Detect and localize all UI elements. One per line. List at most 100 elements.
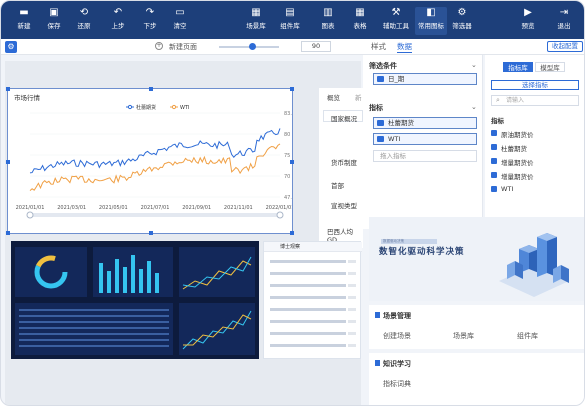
scene-lib-button[interactable]: ▦ 场景库 (241, 7, 271, 35)
metric-item[interactable]: 增量期货价 (491, 157, 534, 167)
exit-icon: ⇥ (559, 7, 569, 18)
resize-handle[interactable] (149, 231, 153, 235)
y-tick-label: 83.92 (284, 111, 292, 117)
zoom-scrollbar (30, 213, 280, 217)
preview-button[interactable]: ▶ 预览 (513, 7, 543, 35)
restore-button[interactable]: ⟲ 还原 (69, 7, 99, 35)
metric-group-label: 指标 (491, 117, 504, 125)
promo-banner[interactable]: 数据驱动决策 数智化驱动科学决策 (369, 217, 584, 301)
chevron-down-icon[interactable]: ⌄ (471, 103, 477, 111)
metric-item[interactable]: 原油期货价 (491, 129, 534, 139)
filter-button[interactable]: ⚙ 筛选器 (447, 7, 477, 35)
resize-handle[interactable] (6, 231, 10, 235)
market-chart-card[interactable]: 市场行情 杜蕾期货 WTI 2021/01/01 2021/03/01 2021/05… (6, 87, 294, 235)
tab-data[interactable]: 数据 (397, 41, 412, 53)
dashboard-thumbnail[interactable] (11, 241, 259, 359)
add-metric-drop-zone[interactable]: 拖入指标 (373, 150, 477, 162)
list-item (270, 284, 346, 287)
component-lib-icon: ▤ (285, 7, 295, 18)
list-item (270, 272, 346, 275)
metric-field[interactable]: 杜蕾期货 (373, 117, 477, 129)
y-tick-label: 80 (284, 132, 290, 138)
clear-button[interactable]: ▭ 清空 (165, 7, 195, 35)
component-lib-button[interactable]: ▤ 组件库 (275, 7, 305, 35)
tab-new[interactable]: 新 (355, 92, 362, 102)
main-toolbar: ▬ 新建 ▣ 保存 ⟲ 还原 ↶ 上步 ↷ 下步 ▭ 清空 ▦ 场景库 ▤ 组件库 ▥ 图表 ▦ 表… (1, 1, 584, 39)
page-name[interactable]: 新建页面 (169, 42, 197, 52)
tab-model-lib[interactable]: 模型库 (535, 62, 565, 72)
metric-library-panel: 指标库 模型库 选择指标 ⌕ 请输入 指标 原油期货价 杜蕾期货 增量期货价 增量… (485, 55, 584, 229)
resize-handle[interactable] (6, 87, 10, 91)
save-button[interactable]: ▣ 保存 (39, 7, 69, 35)
list-item[interactable]: 宣视类型 (331, 200, 357, 210)
settings-gear-icon[interactable]: ⚙ (5, 41, 17, 53)
redo-button[interactable]: ↷ 下步 (135, 7, 165, 35)
list-item-date (348, 344, 356, 347)
tab-metric-lib[interactable]: 指标库 (503, 62, 533, 72)
scrollbar-handle-left (26, 211, 34, 219)
metric-item[interactable]: 杜蕾期货 (491, 143, 527, 153)
metric-item-icon (491, 144, 497, 150)
metric-item-icon (491, 130, 497, 136)
metric-item-icon (491, 172, 497, 178)
field-icon (377, 136, 384, 142)
common-icons-button[interactable]: ◧ 常用图标 (415, 7, 447, 35)
chevron-down-icon[interactable]: ⌄ (471, 61, 477, 69)
resize-handle[interactable] (290, 231, 294, 235)
collapse-config-button[interactable]: 收起配置 (547, 41, 583, 52)
x-tick-label: 2021/11/01 (224, 205, 253, 211)
list-item-date (348, 296, 356, 299)
x-tick-label: 2021/05/01 (99, 205, 128, 211)
tab-style[interactable]: 样式 (371, 41, 386, 52)
metric-search-input[interactable]: ⌕ 请输入 (491, 95, 579, 106)
page-bar: ⚙ + 新建页面 90 样式 数据 收起配置 (1, 39, 584, 55)
list-item (270, 320, 346, 323)
new-button[interactable]: ▬ 新建 (9, 7, 39, 35)
resize-handle[interactable] (290, 160, 294, 164)
tab-overview[interactable]: 概览 (327, 92, 340, 102)
resize-handle[interactable] (6, 160, 10, 164)
filter-section-title: 筛选条件 (369, 62, 397, 70)
scene-lib-link[interactable]: 场景库 (453, 331, 474, 341)
resize-handle[interactable] (290, 87, 294, 91)
exit-button[interactable]: ⇥ 退出 (549, 7, 579, 35)
data-config-panel: 筛选条件 ⌄ 日_期 指标 ⌄ 杜蕾期货 WTI 拖入指标 (363, 55, 483, 229)
aux-tools-button[interactable]: ⚒ 辅助工具 (381, 7, 411, 35)
news-thumbnail[interactable]: 博士观察 (263, 241, 362, 359)
resize-handle[interactable] (149, 87, 153, 91)
zoom-slider[interactable] (219, 43, 279, 50)
component-lib-link[interactable]: 组件库 (517, 331, 538, 341)
series-line-wti (29, 143, 281, 191)
metric-item[interactable]: 增量期货价 (491, 171, 534, 181)
legend-marker (171, 104, 177, 110)
list-item[interactable]: 国家概况 (331, 113, 357, 123)
tables-button[interactable]: ▦ 表格 (345, 7, 375, 35)
news-header (264, 242, 362, 252)
y-tick-label: 70 (284, 174, 290, 180)
charts-button[interactable]: ▥ 图表 (313, 7, 343, 35)
save-icon: ▣ (49, 7, 59, 18)
table-icon: ▦ (355, 7, 365, 18)
metric-item-icon (491, 186, 497, 192)
list-item[interactable]: 首部 (331, 180, 344, 190)
metric-field[interactable]: WTI (373, 133, 477, 145)
list-item-date (348, 332, 356, 335)
undo-button[interactable]: ↶ 上步 (103, 7, 133, 35)
list-item (270, 296, 346, 299)
dashboard-thumbnail-art (15, 247, 255, 355)
legend-label: WTI (180, 105, 189, 111)
list-item[interactable]: 货币制度 (331, 157, 357, 167)
add-page-icon[interactable]: + (155, 42, 163, 50)
zoom-input[interactable]: 90 (301, 41, 331, 52)
select-metric-button[interactable]: 选择指标 (491, 80, 579, 90)
metric-dictionary-link[interactable]: 指标词典 (383, 379, 411, 389)
metric-item[interactable]: WTI (491, 185, 513, 193)
zoom-slider-knob[interactable] (249, 43, 256, 50)
filter-field-date[interactable]: 日_期 (373, 73, 477, 85)
metric-item-icon (491, 158, 497, 164)
create-scene-link[interactable]: 创建场景 (383, 331, 411, 341)
list-item (270, 344, 346, 347)
y-tick-label: 75 (284, 153, 290, 159)
x-tick-label: 2021/09/01 (182, 205, 211, 211)
scrollbar-handle-right (276, 211, 284, 219)
